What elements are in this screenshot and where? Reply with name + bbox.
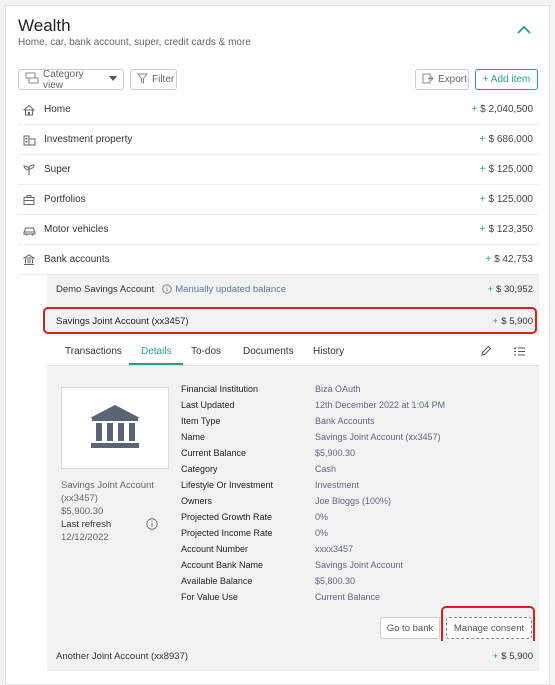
account-tabs: Transactions Details To-dos Documents Hi… — [47, 336, 539, 366]
account-row-demo-savings[interactable]: Demo Savings Account Manually updated ba… — [56, 277, 539, 301]
building-icon — [18, 134, 40, 146]
detail-key: Account Number — [181, 544, 249, 554]
category-label: Portfolios — [44, 194, 86, 205]
category-view-select[interactable]: Category view — [18, 68, 124, 91]
detail-value: 0% — [315, 528, 329, 538]
edit-pencil-icon[interactable] — [480, 345, 492, 360]
category-row-bank-accounts[interactable]: Bank accounts + $ 42,753 — [18, 245, 539, 275]
add-item-button[interactable]: + Add item — [475, 69, 538, 90]
tab-transactions[interactable]: Transactions — [65, 346, 122, 357]
detail-value: Investment — [315, 480, 360, 490]
detail-value: xxxx3457 — [315, 544, 354, 554]
category-row-portfolios[interactable]: Portfolios + $ 125,000 — [18, 185, 539, 215]
info-icon[interactable] — [162, 284, 173, 294]
manage-consent-button[interactable]: Manage consent — [446, 617, 532, 639]
active-tab-indicator — [129, 363, 183, 365]
category-amount: + $ 42,753 — [485, 254, 533, 265]
detail-key: Lifestyle Or Investment — [181, 480, 274, 490]
account-label: Another Joint Account (xx8937) — [56, 650, 189, 662]
account-amount: + $ 30,952 — [487, 283, 533, 295]
detail-value: 0% — [315, 512, 329, 522]
detail-value: Biza OAuth — [315, 384, 361, 394]
category-amount: + $ 125,000 — [479, 164, 533, 175]
detail-key: Last Updated — [181, 400, 235, 410]
page-title: Wealth — [18, 16, 71, 35]
detail-value: 12th December 2022 at 1:04 PM — [315, 400, 446, 410]
details-panel: Savings Joint Account (xx3457) $5,900.30… — [47, 366, 539, 646]
category-icon — [25, 72, 39, 87]
category-amount: + $ 686,000 — [479, 134, 533, 145]
tab-to-dos[interactable]: To-dos — [191, 346, 221, 357]
detail-value: Cash — [315, 464, 337, 474]
account-row-another-joint[interactable]: Another Joint Account (xx8937) + $ 5,900 — [56, 644, 539, 668]
account-row-savings-joint[interactable]: Savings Joint Account (xx3457) + $ 5,900 — [56, 309, 539, 333]
account-label: Demo Savings Account — [56, 283, 155, 295]
summary-account-name: Savings Joint Account (xx3457) — [61, 480, 154, 504]
wealth-card: Wealth Home, car, bank account, super, c… — [5, 5, 550, 685]
account-amount: + $ 5,900 — [492, 650, 533, 662]
last-refresh-date: 12/12/2022 — [61, 532, 109, 543]
category-label: Motor vehicles — [44, 224, 109, 235]
detail-value: Bank Accounts — [315, 416, 375, 426]
category-amount: + $ 123,350 — [479, 224, 533, 235]
checklist-icon[interactable] — [513, 345, 526, 360]
category-row-investment-property[interactable]: Investment property + $ 686,000 — [18, 125, 539, 155]
chevron-up-icon[interactable] — [514, 22, 534, 38]
plant-icon — [18, 163, 40, 176]
category-row-motor-vehicles[interactable]: Motor vehicles + $ 123,350 — [18, 215, 539, 245]
detail-key: Available Balance — [181, 576, 253, 586]
bank-building-icon — [88, 403, 142, 454]
detail-key: For Value Use — [181, 592, 238, 602]
detail-value: Savings Joint Account (xx3457) — [315, 432, 441, 442]
caret-down-icon — [109, 74, 117, 85]
home-icon — [18, 104, 40, 116]
tab-documents[interactable]: Documents — [243, 346, 294, 357]
manual-balance-note: Manually updated balance — [175, 283, 287, 295]
export-button[interactable]: Export — [415, 69, 469, 90]
filter-icon — [136, 73, 149, 87]
bank-card — [61, 387, 169, 469]
detail-key: Projected Income Rate — [181, 528, 273, 538]
account-label: Savings Joint Account (xx3457) — [56, 315, 189, 327]
add-item-label: + Add item — [482, 74, 531, 85]
detail-key: Name — [181, 432, 206, 442]
detail-key: Account Bank Name — [181, 560, 264, 570]
detail-key: Projected Growth Rate — [181, 512, 273, 522]
filter-label: Filter — [152, 74, 175, 85]
category-label: Bank accounts — [44, 254, 110, 265]
page-subtitle: Home, car, bank account, super, credit c… — [18, 37, 251, 48]
detail-key: Owners — [181, 496, 213, 506]
detail-value: Savings Joint Account — [315, 560, 404, 570]
detail-value: $5,800.30 — [315, 576, 356, 586]
category-label: Super — [44, 164, 71, 175]
account-amount: + $ 5,900 — [492, 315, 533, 327]
category-label: Investment property — [44, 134, 133, 145]
info-icon[interactable] — [146, 518, 158, 533]
summary-balance: $5,900.30 — [61, 506, 104, 517]
go-to-bank-button[interactable]: Go to bank — [380, 617, 440, 639]
export-label: Export — [438, 74, 467, 85]
detail-value: Joe Bloggs (100%) — [315, 496, 392, 506]
briefcase-icon — [18, 194, 40, 206]
export-icon — [422, 73, 434, 87]
last-refresh-label: Last refresh — [61, 519, 112, 530]
wealth-header[interactable]: Wealth Home, car, bank account, super, c… — [6, 6, 551, 56]
car-icon — [18, 224, 40, 236]
detail-key: Item Type — [181, 416, 221, 426]
category-row-super[interactable]: Super + $ 125,000 — [18, 155, 539, 185]
tab-history[interactable]: History — [313, 346, 344, 357]
detail-key: Category — [181, 464, 218, 474]
bank-icon — [18, 253, 40, 266]
category-view-label: Category view — [43, 68, 84, 91]
detail-key: Financial Institution — [181, 384, 259, 394]
detail-value: Current Balance — [315, 592, 381, 602]
detail-key: Current Balance — [181, 448, 247, 458]
category-amount: + $ 125,000 — [479, 194, 533, 205]
detail-value: $5,900.30 — [315, 448, 356, 458]
category-row-home[interactable]: Home + $ 2,040,500 — [18, 95, 539, 125]
category-amount: + $ 2,040,500 — [471, 104, 533, 115]
category-label: Home — [44, 104, 71, 115]
tab-details[interactable]: Details — [141, 346, 172, 357]
filter-button[interactable]: Filter — [130, 69, 177, 90]
